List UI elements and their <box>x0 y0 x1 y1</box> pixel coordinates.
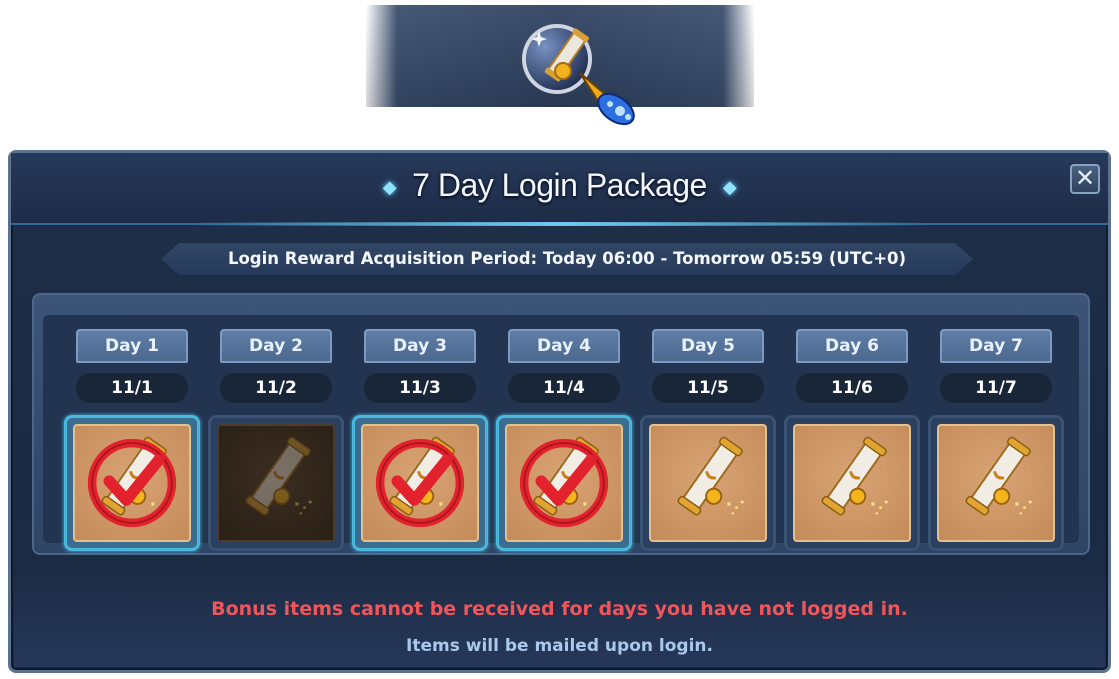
scroll-reward-icon <box>965 436 1032 516</box>
title-glow <box>191 222 928 226</box>
close-button[interactable]: ✕ <box>1070 164 1100 194</box>
check-mark-icon <box>519 438 609 528</box>
date-label: 11/2 <box>220 373 332 403</box>
rocket-cursor-icon <box>579 72 635 126</box>
reward-slot[interactable] <box>640 415 776 551</box>
title-text: 7 Day Login Package <box>412 167 707 203</box>
reward-slot-face <box>505 424 623 542</box>
title-ornament-right: ◆ <box>722 177 737 198</box>
reward-slot-face <box>217 424 335 542</box>
scroll-reward-icon <box>821 436 888 516</box>
day-tab: Day 2 <box>220 329 332 363</box>
date-label: 11/3 <box>364 373 476 403</box>
rewards-panel: Day 1 11/1 Day 2 11/2 Day 3 11/3 Day 4 1… <box>32 293 1090 555</box>
close-icon: ✕ <box>1074 164 1096 192</box>
reward-slot[interactable] <box>784 415 920 551</box>
day-tab: Day 1 <box>76 329 188 363</box>
check-mark-icon <box>87 438 177 528</box>
day-column: Day 1 11/1 <box>64 329 200 565</box>
reward-slot[interactable] <box>208 415 344 551</box>
day-tab: Day 5 <box>652 329 764 363</box>
title-ornament-left: ◆ <box>382 177 397 198</box>
reward-slot-face <box>937 424 1055 542</box>
reward-slot-face <box>649 424 767 542</box>
day-column: Day 7 11/7 <box>928 329 1064 565</box>
period-text: Login Reward Acquisition Period: Today 0… <box>227 249 907 268</box>
reward-slot-face <box>361 424 479 542</box>
info-text: Items will be mailed upon login. <box>406 636 713 656</box>
event-banner <box>366 5 754 126</box>
check-mark-icon <box>375 438 465 528</box>
day-tab: Day 4 <box>508 329 620 363</box>
title-bar: ◆ 7 Day Login Package ◆ <box>11 153 1108 226</box>
rewards-inner: Day 1 11/1 Day 2 11/2 Day 3 11/3 Day 4 1… <box>43 315 1079 551</box>
login-package-dialog: ◆ 7 Day Login Package ◆ ✕ Login Reward Acq… <box>8 150 1111 673</box>
reward-slot[interactable] <box>496 415 632 551</box>
warning-text: Bonus items cannot be received for days … <box>211 598 908 620</box>
day-tab: Day 3 <box>364 329 476 363</box>
date-label: 11/6 <box>796 373 908 403</box>
day-column: Day 4 11/4 <box>496 329 632 565</box>
day-column: Day 5 11/5 <box>640 329 776 565</box>
date-label: 11/7 <box>940 373 1052 403</box>
reward-slot[interactable] <box>928 415 1064 551</box>
reward-slot-face <box>73 424 191 542</box>
scroll-reward-icon <box>677 436 744 516</box>
date-label: 11/5 <box>652 373 764 403</box>
dialog-title: ◆ 7 Day Login Package ◆ <box>11 167 1108 204</box>
day-column: Day 2 11/2 <box>208 329 344 565</box>
reward-slot[interactable] <box>352 415 488 551</box>
scroll-reward-icon <box>245 436 312 516</box>
reward-slot-face <box>793 424 911 542</box>
period-ribbon: Login Reward Acquisition Period: Today 0… <box>161 243 973 275</box>
day-tab: Day 6 <box>796 329 908 363</box>
day-tab: Day 7 <box>940 329 1052 363</box>
day-column: Day 6 11/6 <box>784 329 920 565</box>
date-label: 11/1 <box>76 373 188 403</box>
day-column: Day 3 11/3 <box>352 329 488 565</box>
reward-slot[interactable] <box>64 415 200 551</box>
date-label: 11/4 <box>508 373 620 403</box>
